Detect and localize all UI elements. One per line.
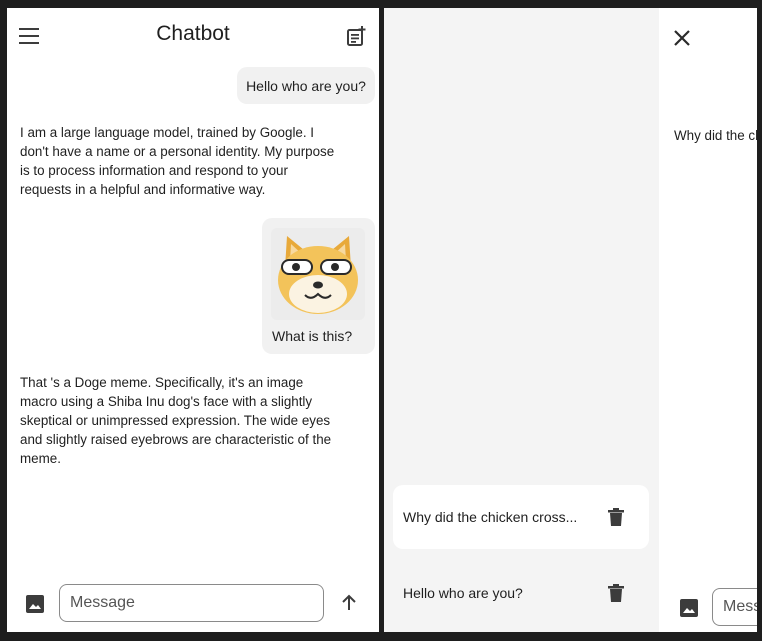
bot-message: Why did the chicken cross the road? To g… — [674, 128, 757, 143]
new-chat-icon[interactable] — [345, 24, 369, 48]
history-item[interactable]: Why did the chicken cross... — [393, 485, 649, 549]
drawer-screen: Why did the chicken cross... Hello who a… — [384, 8, 757, 632]
image-icon[interactable] — [24, 593, 46, 615]
trash-icon[interactable] — [606, 507, 626, 527]
chat-history-drawer: Why did the chicken cross... Hello who a… — [384, 8, 659, 632]
trash-icon[interactable] — [606, 583, 626, 603]
send-arrow-icon[interactable] — [338, 592, 360, 614]
app-bar: Chatbot — [7, 8, 379, 62]
chat-preview: Why did the chicken cross the road? To g… — [659, 8, 757, 632]
message-input[interactable] — [59, 584, 324, 622]
message-input[interactable]: Message — [712, 588, 757, 626]
bot-message: That 's a Doge meme. Specifically, it's … — [20, 375, 332, 466]
bot-message: I am a large language model, trained by … — [20, 125, 335, 197]
chat-screen: Chatbot Hello who are you? I am a large … — [7, 8, 379, 632]
image-icon[interactable] — [678, 597, 700, 619]
message-text: Hello who are you? — [246, 77, 366, 94]
user-image-message: What is this? — [262, 218, 375, 354]
history-item[interactable]: Hello who are you? — [393, 561, 649, 625]
user-message: Hello who are you? — [237, 67, 375, 104]
message-text: What is this? — [272, 328, 353, 344]
doge-meme-image[interactable] — [271, 228, 365, 320]
close-icon[interactable] — [670, 26, 694, 50]
page-title: Chatbot — [156, 22, 230, 45]
